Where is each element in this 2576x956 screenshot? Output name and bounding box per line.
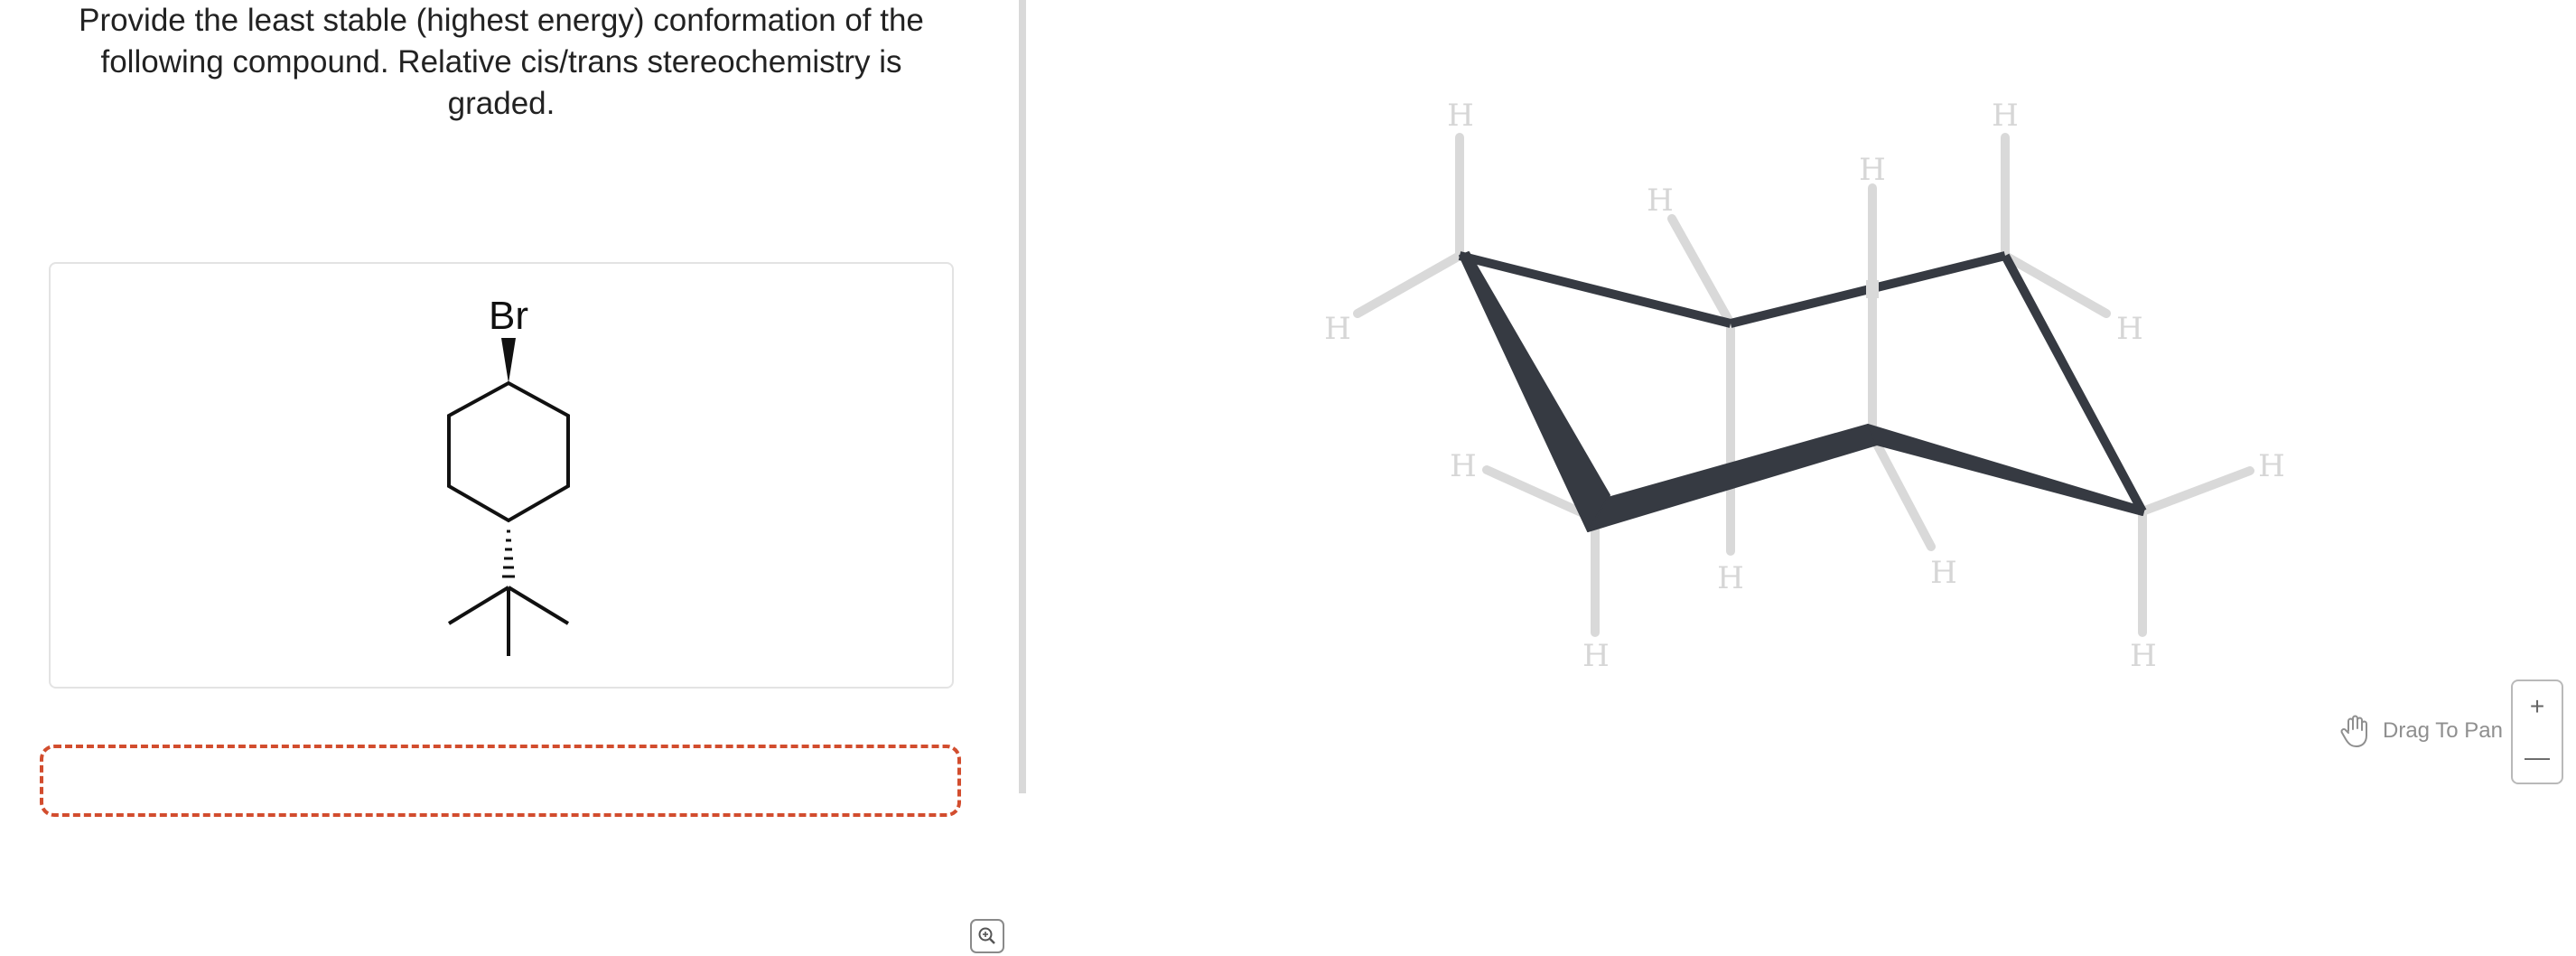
hydrogen-bonds — [1353, 133, 2254, 637]
hash-bond — [502, 530, 515, 578]
h-label: H — [1647, 183, 1674, 219]
question-line-3: graded. — [447, 86, 555, 121]
h-label: H — [1582, 638, 1610, 674]
bromine-label: Br — [489, 294, 528, 338]
h-label: H — [1717, 560, 1744, 596]
question-text: Provide the least stable (highest energy… — [36, 0, 966, 125]
question-line-1: Provide the least stable (highest energy… — [79, 3, 924, 38]
drawing-canvas[interactable]: H H H H H H H H H H H H — [1026, 0, 2576, 793]
cyclohexane-ring — [447, 380, 570, 523]
zoom-controls: + — — [2511, 680, 2563, 784]
ring-bonds — [1458, 251, 2147, 532]
h-label: H — [1324, 311, 1351, 347]
bond-crossing-gap — [1866, 280, 1879, 298]
drag-to-pan-hint: Drag To Pan — [2339, 712, 2503, 750]
structure-image-card: Br — [49, 262, 1004, 953]
answer-drop-zone[interactable] — [40, 745, 961, 817]
zoom-out-button[interactable]: — — [2513, 732, 2562, 783]
h-label: H — [1859, 152, 1886, 188]
h-label: H — [1447, 98, 1474, 134]
zoom-image-button[interactable] — [970, 919, 1004, 953]
zoom-in-button[interactable]: + — [2513, 681, 2562, 732]
panel-divider[interactable] — [1019, 0, 1026, 793]
chair-conformation[interactable]: H H H H H H H H H H H H — [1026, 0, 2576, 793]
tert-butyl-group — [447, 586, 570, 656]
wedge-bond — [501, 338, 516, 383]
magnifier-icon — [978, 927, 995, 944]
h-label: H — [2116, 311, 2143, 347]
molecule-structure-drawing: Br — [447, 294, 570, 656]
hand-icon — [2340, 715, 2367, 747]
question-panel: Provide the least stable (highest energy… — [0, 0, 1019, 953]
h-label: H — [1450, 448, 1477, 484]
drag-to-pan-label: Drag To Pan — [2383, 718, 2503, 743]
h-label: H — [1992, 98, 2019, 134]
h-label: H — [2258, 448, 2285, 484]
h-label: H — [2130, 638, 2157, 674]
h-label: H — [1930, 555, 1957, 591]
question-line-2: following compound. Relative cis/trans s… — [100, 44, 902, 80]
